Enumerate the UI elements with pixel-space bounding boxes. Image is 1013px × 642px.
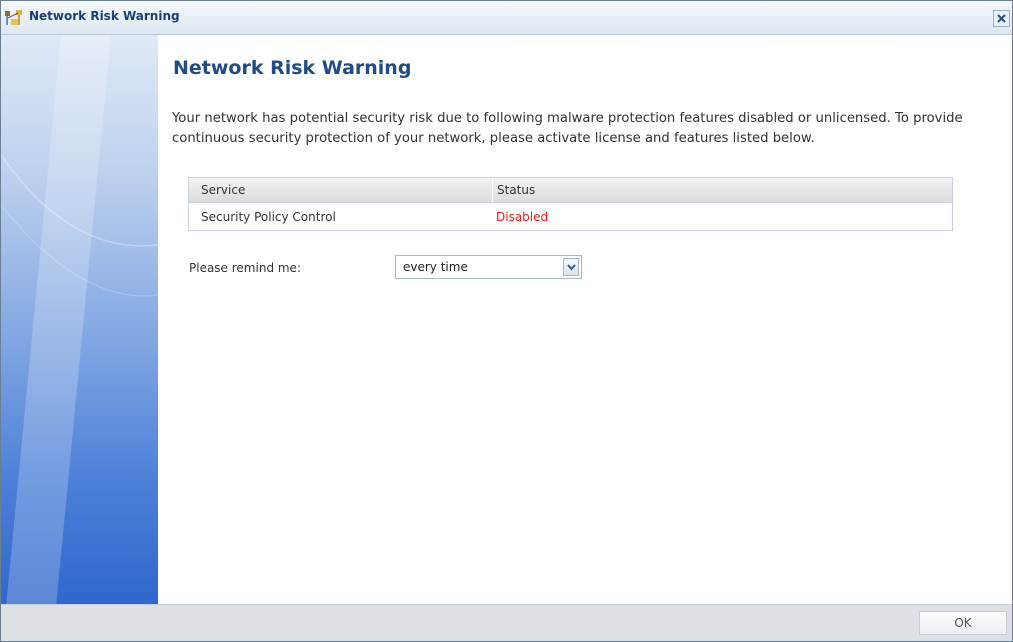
network-risk-warning-dialog: Network Risk Warning Network Risk Warnin…	[0, 0, 1013, 642]
service-status-table: Service Status Security Policy Control D…	[188, 177, 953, 231]
status-cell: Disabled	[496, 209, 549, 224]
column-header-status: Status	[492, 178, 952, 202]
warning-message: Your network has potential security risk…	[172, 111, 963, 146]
close-button[interactable]	[993, 10, 1010, 27]
chevron-down-icon[interactable]	[563, 258, 579, 276]
close-icon	[996, 9, 1007, 28]
ok-button[interactable]: OK	[919, 611, 1007, 635]
table-header-row: Service Status	[189, 178, 952, 203]
title-bar: Network Risk Warning	[1, 1, 1012, 35]
decorative-side-panel	[1, 35, 158, 605]
content-area: Network Risk Warning Your network has po…	[158, 35, 1012, 605]
network-warning-icon	[4, 9, 24, 27]
remind-label: Please remind me:	[189, 261, 301, 275]
column-header-service: Service	[201, 183, 246, 197]
service-cell: Security Policy Control	[201, 209, 336, 224]
page-heading: Network Risk Warning	[173, 57, 412, 79]
window-title: Network Risk Warning	[29, 9, 180, 23]
dialog-footer: OK	[1, 604, 1012, 641]
remind-selected-value: every time	[403, 260, 468, 274]
table-row: Security Policy Control Disabled	[189, 203, 952, 230]
remind-frequency-select[interactable]: every time	[395, 255, 582, 279]
